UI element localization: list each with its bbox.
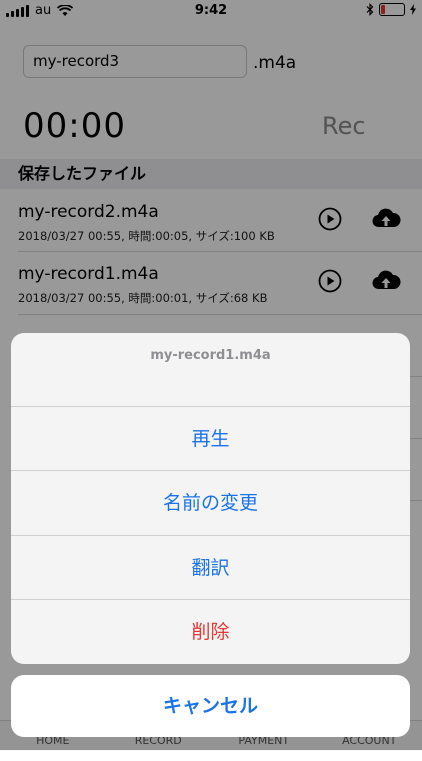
play-action[interactable]: 再生 — [11, 407, 410, 471]
rename-action[interactable]: 名前の変更 — [11, 471, 410, 535]
action-sheet: my-record1.m4a 再生 名前の変更 翻訳 削除 — [11, 333, 410, 664]
translate-action[interactable]: 翻訳 — [11, 536, 410, 600]
delete-action[interactable]: 削除 — [11, 600, 410, 664]
action-sheet-title: my-record1.m4a — [11, 333, 410, 407]
cancel-button[interactable]: キャンセル — [11, 675, 410, 737]
